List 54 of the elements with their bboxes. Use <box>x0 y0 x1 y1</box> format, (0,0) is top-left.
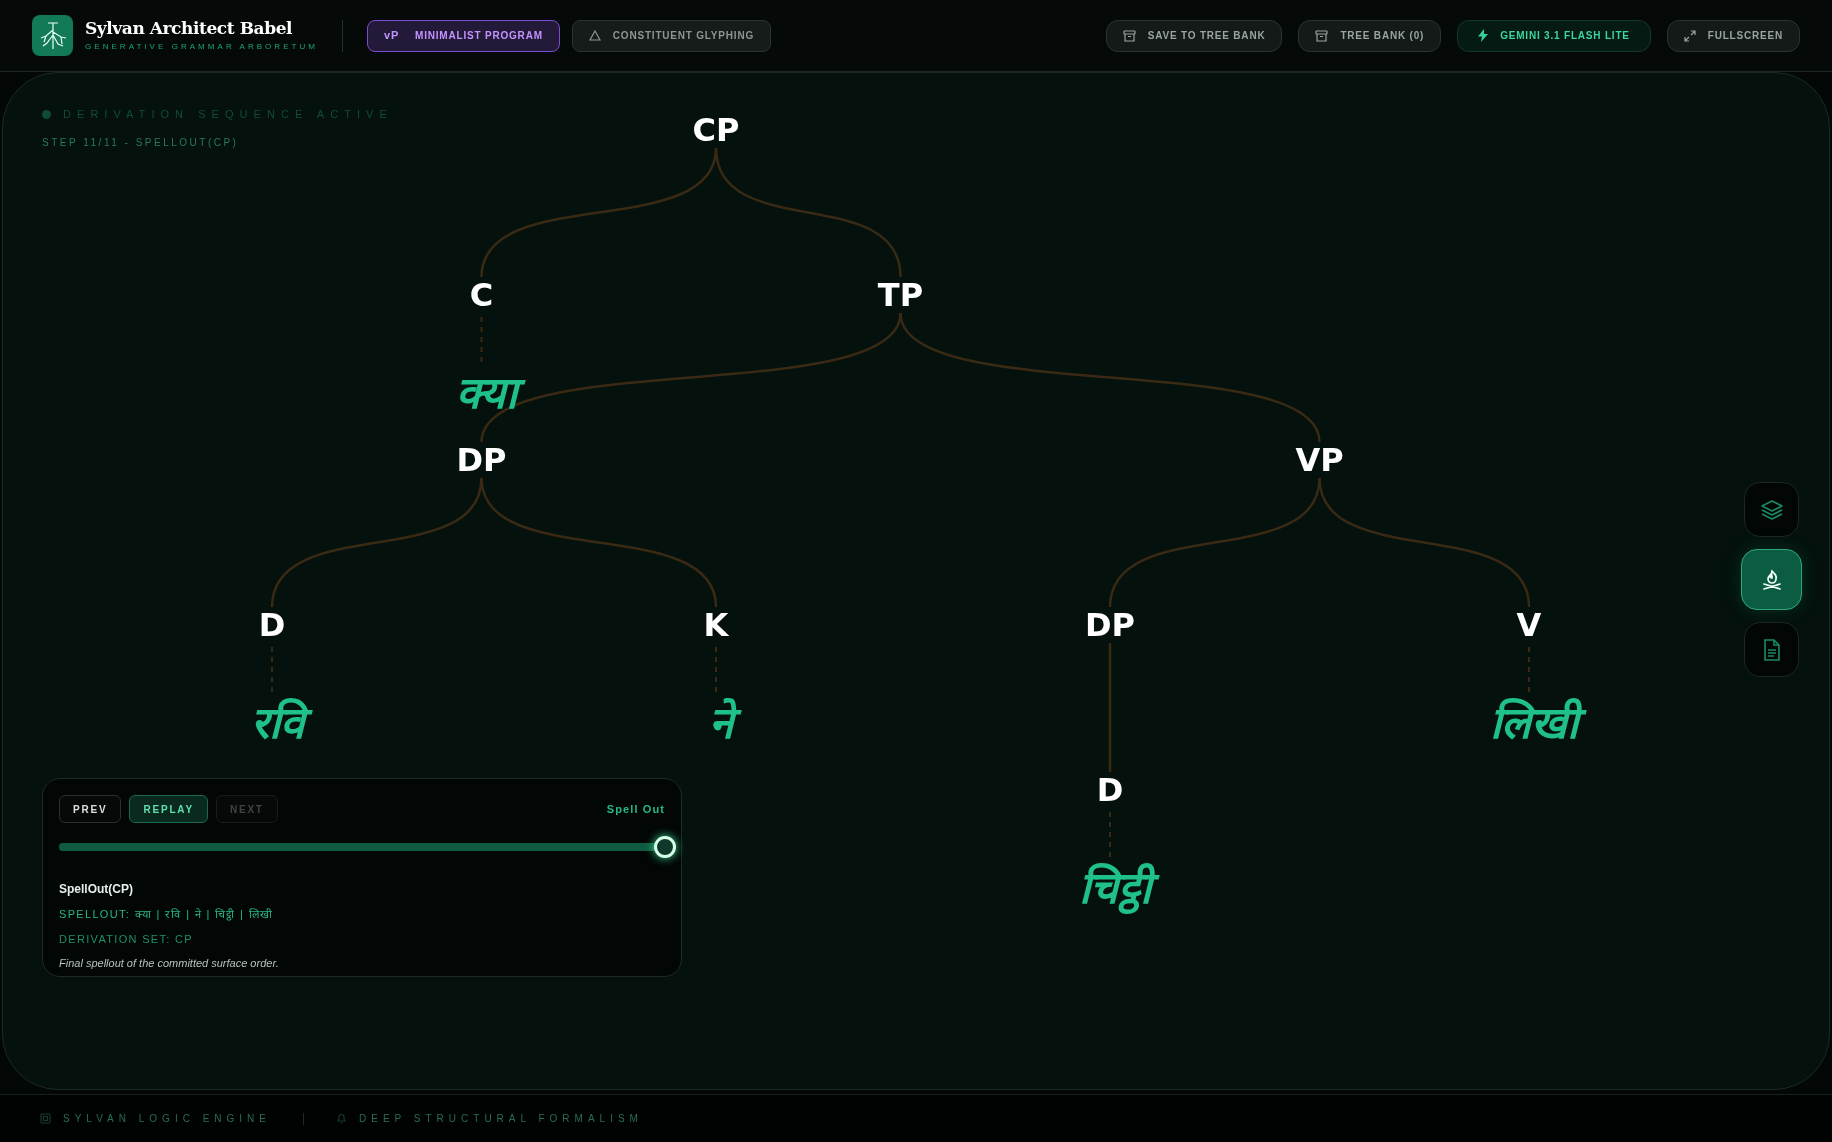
archive-box-icon <box>1122 29 1136 42</box>
mode-code-label: vP <box>384 28 400 44</box>
app-logo <box>32 15 73 56</box>
tree-node-label[interactable]: K <box>703 609 729 641</box>
tree-node-label[interactable]: DP <box>1085 609 1135 641</box>
leaf-connector <box>715 646 717 694</box>
expand-icon <box>1683 29 1696 42</box>
leaf-connector <box>271 646 273 694</box>
app-subtitle: GENERATIVE GRAMMAR ARBORETUM <box>85 41 318 54</box>
leaf-word: चिट्ठी <box>1063 847 1167 929</box>
toolbar-button[interactable]: SAVE TO TREE BANK <box>1105 19 1283 52</box>
playback-button[interactable]: PREV <box>59 795 122 823</box>
toolbar-button[interactable]: FULLSCREEN <box>1666 19 1800 52</box>
spellout-line: SPELLOUT: क्या | रवि | ने | चिट्ठी | लिखी <box>59 907 275 923</box>
archive-box-icon <box>1315 29 1329 42</box>
tree-node-label[interactable]: VP <box>1295 444 1344 476</box>
phase-label: Spell Out <box>606 801 665 817</box>
footer-label: SYLVAN LOGIC ENGINE <box>63 1112 271 1126</box>
leaf-connector <box>1528 646 1530 694</box>
status-label: DERIVATION SEQUENCE ACTIVE <box>63 107 393 122</box>
derivation-set: DERIVATION SET: CP <box>59 931 194 947</box>
chip-icon <box>40 1113 51 1124</box>
step-label: STEP 11/11 - SPELLOUT(CP) <box>42 135 240 150</box>
tree-node-label[interactable]: D <box>258 609 286 641</box>
tree-node-label[interactable]: CP <box>692 114 740 146</box>
leaf-word: क्या <box>440 352 533 434</box>
footer-label: DEEP STRUCTURAL FORMALISM <box>359 1112 643 1126</box>
triangle-icon <box>588 30 601 41</box>
leaf-word: लिखी <box>1474 682 1594 764</box>
bell-icon <box>336 1113 347 1124</box>
slider-thumb[interactable] <box>654 836 676 858</box>
side-tool-button[interactable] <box>1741 549 1802 610</box>
tree-node-label[interactable]: C <box>469 279 494 311</box>
progress-slider[interactable] <box>59 836 677 858</box>
step-note: Final spellout of the committed surface order. <box>59 956 280 971</box>
leaf-word: ने <box>693 682 749 764</box>
tree-node-label[interactable]: D <box>1096 774 1124 806</box>
campfire-icon <box>1761 568 1782 591</box>
leaf-connector <box>480 316 483 364</box>
leaf-word: रवि <box>234 682 320 764</box>
layers-icon <box>1760 499 1783 520</box>
document-icon <box>1762 638 1781 661</box>
leaf-connector <box>1109 811 1111 859</box>
mode-tab[interactable]: vP MINIMALIST PROGRAM <box>367 19 560 52</box>
app-title: Sylvan Architect Babel <box>85 17 294 40</box>
model-selector[interactable]: GEMINI 3.1 FLASH LITE <box>1457 19 1651 52</box>
tree-node-label[interactable]: V <box>1516 609 1542 641</box>
tree-node-label[interactable]: TP <box>877 279 924 311</box>
toolbar-button[interactable]: TREE BANK (0) <box>1298 19 1442 52</box>
lightning-icon <box>1478 29 1489 42</box>
playback-button[interactable]: REPLAY <box>129 795 208 823</box>
operation-title: SpellOut(CP) <box>59 881 134 898</box>
tree-node-label[interactable]: DP <box>456 444 507 476</box>
mode-tab[interactable]: CONSTITUENT GLYPHING <box>571 19 771 52</box>
